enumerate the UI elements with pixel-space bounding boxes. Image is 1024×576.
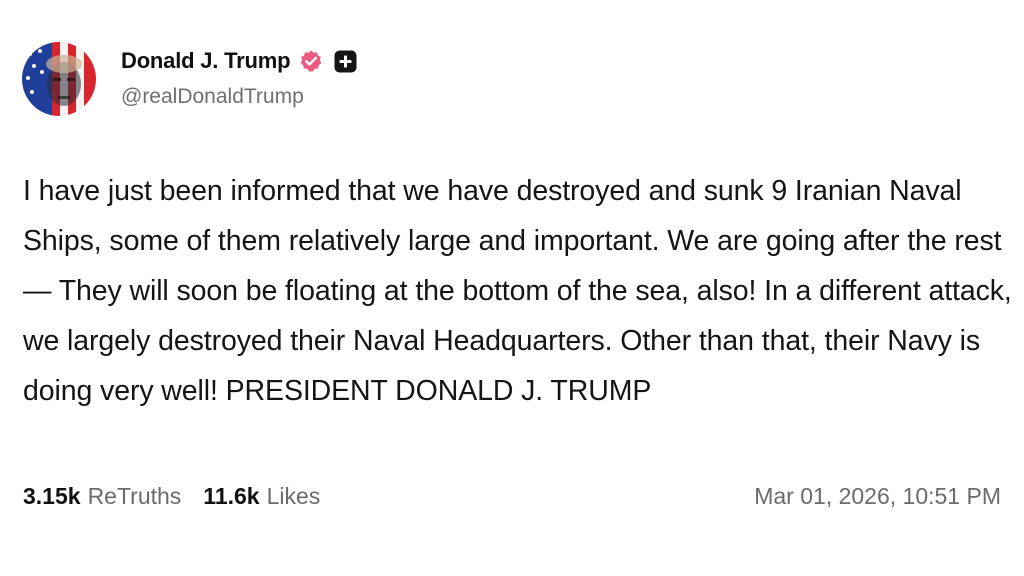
retruths-label: ReTruths xyxy=(87,482,182,509)
verified-badge-icon xyxy=(299,49,323,73)
truth-post: Donald J. Trump @realDonaldTrump I have … xyxy=(0,0,1024,576)
post-timestamp[interactable]: Mar 01, 2026, 10:51 PM xyxy=(754,483,1001,510)
display-name[interactable]: Donald J. Trump xyxy=(121,48,291,74)
post-body-text: I have just been informed that we have d… xyxy=(23,175,1012,407)
retruths-stat[interactable]: 3.15k ReTruths xyxy=(23,483,181,510)
likes-label: Likes xyxy=(266,482,321,509)
handle[interactable]: @realDonaldTrump xyxy=(121,85,357,109)
likes-count: 11.6k xyxy=(203,482,260,509)
retruths-count: 3.15k xyxy=(23,482,81,509)
avatar[interactable] xyxy=(22,42,96,116)
avatar-image xyxy=(22,42,96,116)
post-stats: 3.15k ReTruths 11.6k Likes Mar 01, 2026,… xyxy=(23,478,1001,514)
likes-stat[interactable]: 11.6k Likes xyxy=(203,483,320,510)
name-row: Donald J. Trump xyxy=(121,46,357,76)
post-header: Donald J. Trump @realDonaldTrump xyxy=(121,46,357,109)
plus-square-icon[interactable] xyxy=(334,50,357,73)
